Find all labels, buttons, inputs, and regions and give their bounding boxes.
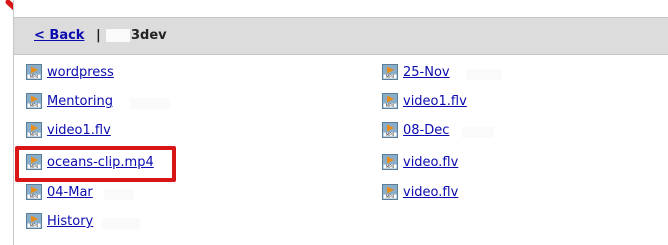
redacted-text (106, 29, 130, 42)
svg-text:MP4: MP4 (30, 194, 39, 199)
redacted-text (102, 218, 140, 229)
file-link[interactable]: video1.flv (47, 123, 111, 138)
svg-text:MP4: MP4 (30, 103, 39, 108)
svg-text:MP4: MP4 (386, 74, 395, 79)
file-link[interactable]: video1.flv (403, 94, 467, 109)
svg-text:MP4: MP4 (386, 164, 395, 169)
mp4-file-icon: MP4 (26, 122, 42, 138)
svg-text:MP4: MP4 (30, 223, 39, 228)
file-link[interactable]: Mentoring (47, 94, 113, 109)
redacted-text (104, 189, 134, 200)
file-link[interactable]: 04-Mar (47, 185, 93, 200)
redacted-text (462, 127, 494, 138)
file-link[interactable]: 08-Dec (403, 123, 449, 138)
redacted-text (130, 98, 170, 109)
mp4-file-icon: MP4 (382, 154, 398, 170)
redacted-text (466, 69, 502, 80)
breadcrumb-separator: | (96, 28, 101, 43)
file-link[interactable]: video.flv (403, 155, 458, 170)
svg-text:MP4: MP4 (386, 103, 395, 108)
mp4-file-icon: MP4 (382, 93, 398, 109)
svg-text:MP4: MP4 (30, 74, 39, 79)
svg-text:MP4: MP4 (386, 132, 395, 137)
file-link[interactable]: video.flv (403, 185, 458, 200)
mp4-file-icon: MP4 (26, 93, 42, 109)
svg-text:MP4: MP4 (30, 132, 39, 137)
annotation-highlight-box (15, 146, 176, 182)
mp4-file-icon: MP4 (382, 122, 398, 138)
breadcrumb-folder: 3dev (131, 28, 167, 43)
mp4-file-icon: MP4 (26, 64, 42, 80)
file-link[interactable]: 25-Nov (403, 65, 450, 80)
file-link[interactable]: History (47, 214, 93, 229)
back-link[interactable]: < Back (34, 28, 84, 43)
mp4-file-icon: MP4 (382, 184, 398, 200)
mp4-file-icon: MP4 (26, 213, 42, 229)
svg-text:MP4: MP4 (386, 194, 395, 199)
mp4-file-icon: MP4 (26, 184, 42, 200)
mp4-file-icon: MP4 (382, 64, 398, 80)
file-link[interactable]: wordpress (47, 65, 114, 80)
